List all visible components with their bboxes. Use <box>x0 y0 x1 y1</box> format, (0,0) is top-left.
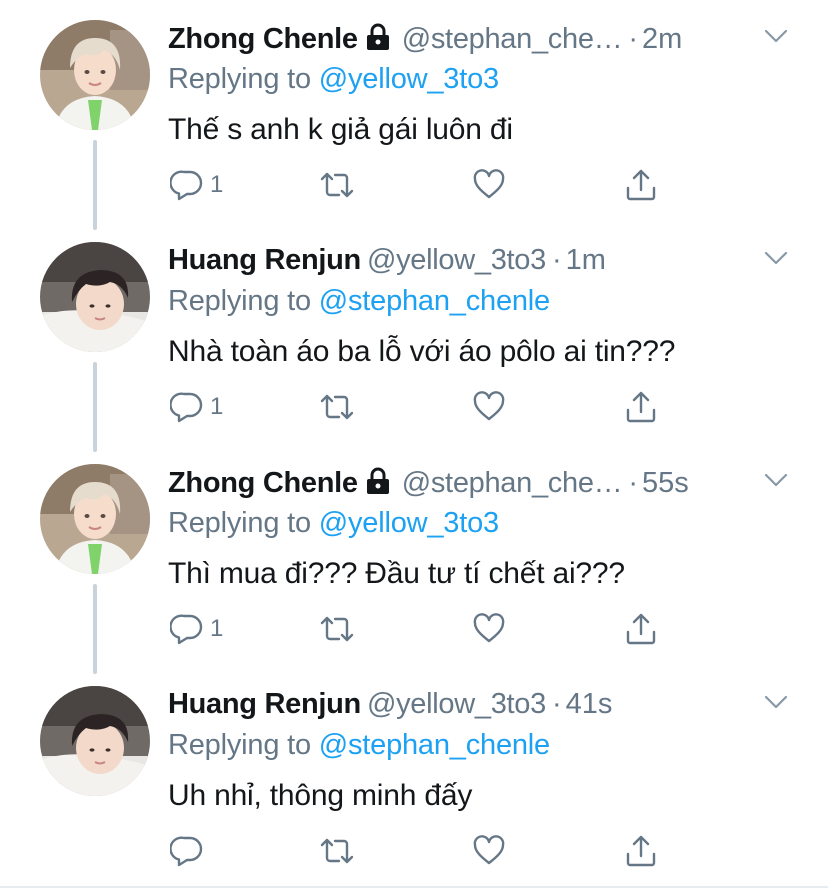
lock-icon <box>366 23 390 51</box>
retweet-icon <box>318 834 356 868</box>
tweet-text: Thế s anh k giả gái luôn đi <box>168 113 513 146</box>
chevron-down-icon[interactable] <box>764 694 788 710</box>
retweet-icon <box>318 168 356 202</box>
share-icon <box>624 834 658 868</box>
reply-icon <box>170 612 204 646</box>
display-name[interactable]: Huang Renjun <box>168 686 361 722</box>
tweet[interactable]: Huang Renjun @yellow_3to3 · 41s Replying… <box>0 660 828 888</box>
thread-line <box>93 362 97 450</box>
reply-button[interactable]: 1 <box>170 609 223 649</box>
replying-to: Replying to @yellow_3to3 <box>168 61 499 97</box>
share-icon <box>624 612 658 646</box>
tweet[interactable]: Zhong Chenle @stephan_che… · 2m Replying… <box>0 0 828 228</box>
reply-count: 1 <box>210 393 224 420</box>
reply-button[interactable] <box>170 831 210 871</box>
separator-dot: · <box>551 244 562 276</box>
tweet[interactable]: Zhong Chenle @stephan_che… · 55s Replyin… <box>0 438 828 672</box>
like-button[interactable] <box>472 831 506 871</box>
avatar[interactable] <box>40 464 150 574</box>
timestamp[interactable]: 55s <box>642 465 689 501</box>
replying-to-link[interactable]: @stephan_chenle <box>319 729 550 761</box>
tweet[interactable]: Huang Renjun @yellow_3to3 · 1m Replying … <box>0 216 828 450</box>
tweet-actions: 1 <box>168 387 688 427</box>
user-handle[interactable]: @stephan_che… <box>402 21 623 57</box>
retweet-icon <box>318 612 356 646</box>
reply-icon <box>170 168 204 202</box>
tweet-text: Thì mua đi??? Đầu tư tí chết ai??? <box>168 557 625 590</box>
retweet-button[interactable] <box>318 165 356 205</box>
separator-dot: · <box>628 23 639 55</box>
share-button[interactable] <box>624 387 658 427</box>
share-icon <box>624 390 658 424</box>
display-name[interactable]: Huang Renjun <box>168 242 361 278</box>
replying-to: Replying to @yellow_3to3 <box>168 505 499 541</box>
separator-dot: · <box>551 688 562 720</box>
thread-line <box>93 216 97 230</box>
retweet-button[interactable] <box>318 387 356 427</box>
share-button[interactable] <box>624 831 658 871</box>
replying-to-link[interactable]: @yellow_3to3 <box>319 63 499 95</box>
like-button[interactable] <box>472 609 506 649</box>
replying-to-label: Replying to <box>168 507 311 539</box>
heart-icon <box>472 390 506 424</box>
heart-icon <box>472 834 506 868</box>
replying-to: Replying to @stephan_chenle <box>168 283 550 319</box>
share-icon <box>624 168 658 202</box>
share-button[interactable] <box>624 165 658 205</box>
retweet-button[interactable] <box>318 609 356 649</box>
like-button[interactable] <box>472 165 506 205</box>
timestamp[interactable]: 1m <box>566 242 606 278</box>
share-button[interactable] <box>624 609 658 649</box>
avatar[interactable] <box>40 20 150 130</box>
tweet-text: Uh nhỉ, thông minh đấy <box>168 779 473 812</box>
replying-to: Replying to @stephan_chenle <box>168 727 550 763</box>
avatar[interactable] <box>40 242 150 352</box>
thread-line <box>93 584 97 672</box>
timestamp[interactable]: 2m <box>642 21 682 57</box>
chevron-down-icon[interactable] <box>764 28 788 44</box>
thread-line <box>93 438 97 452</box>
user-handle[interactable]: @stephan_che… <box>402 465 623 501</box>
display-name[interactable]: Zhong Chenle <box>168 465 358 501</box>
avatar[interactable] <box>40 686 150 796</box>
replying-to-link[interactable]: @stephan_chenle <box>319 285 550 317</box>
tweet-actions <box>168 831 688 871</box>
reply-icon <box>170 390 204 424</box>
tweet-actions: 1 <box>168 609 688 649</box>
replying-to-label: Replying to <box>168 285 311 317</box>
retweet-icon <box>318 390 356 424</box>
tweet-actions: 1 <box>168 165 688 205</box>
replying-to-label: Replying to <box>168 63 311 95</box>
timestamp[interactable]: 41s <box>566 686 613 722</box>
reply-icon <box>170 834 204 868</box>
like-button[interactable] <box>472 387 506 427</box>
display-name[interactable]: Zhong Chenle <box>168 21 358 57</box>
reply-button[interactable]: 1 <box>170 165 223 205</box>
thread-line <box>93 140 97 228</box>
retweet-button[interactable] <box>318 831 356 871</box>
heart-icon <box>472 168 506 202</box>
separator-dot: · <box>628 467 639 499</box>
chevron-down-icon[interactable] <box>764 250 788 266</box>
tweet-text: Nhà toàn áo ba lỗ với áo pôlo ai tin??? <box>168 335 676 368</box>
replying-to-label: Replying to <box>168 729 311 761</box>
reply-count: 1 <box>210 171 224 198</box>
chevron-down-icon[interactable] <box>764 472 788 488</box>
user-handle[interactable]: @yellow_3to3 <box>367 686 546 722</box>
lock-icon <box>366 467 390 495</box>
reply-button[interactable]: 1 <box>170 387 223 427</box>
reply-count: 1 <box>210 615 224 642</box>
user-handle[interactable]: @yellow_3to3 <box>367 242 546 278</box>
heart-icon <box>472 612 506 646</box>
thread-line <box>93 660 97 674</box>
replying-to-link[interactable]: @yellow_3to3 <box>319 507 499 539</box>
